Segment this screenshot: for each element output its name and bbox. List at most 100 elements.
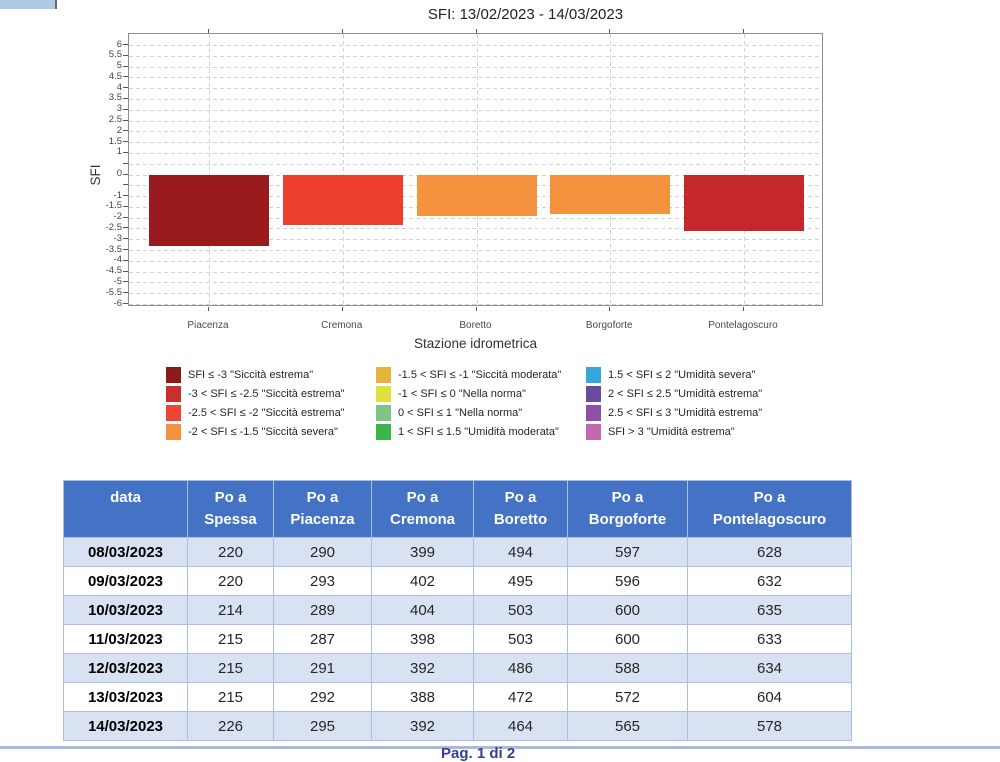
legend-item: -2 < SFI ≤ -1.5 "Siccità severa" [166, 424, 345, 440]
legend-item: -1.5 < SFI ≤ -1 "Siccità moderata" [376, 367, 561, 383]
corner-highlight-marker [0, 0, 57, 9]
legend-item: SFI ≤ -3 "Siccità estrema" [166, 367, 345, 383]
h-gridline [129, 110, 822, 111]
legend-swatch [166, 367, 181, 383]
header-line1: Po a [688, 487, 851, 509]
legend-swatch [376, 386, 391, 402]
h-gridline [129, 45, 822, 46]
h-gridline [129, 121, 822, 122]
value-cell: 220 [188, 567, 274, 596]
value-cell: 565 [568, 712, 688, 741]
y-tick-label: 1 [80, 146, 122, 157]
legend-label: 0 < SFI ≤ 1 "Nella norma" [398, 407, 522, 419]
legend-label: SFI > 3 "Umidità estrema" [608, 426, 735, 438]
h-gridline [129, 250, 822, 251]
value-cell: 604 [688, 683, 852, 712]
date-cell: 12/03/2023 [64, 654, 188, 683]
bar-pontelagoscuro [684, 175, 804, 231]
legend-item: 0 < SFI ≤ 1 "Nella norma" [376, 405, 561, 421]
chart-title: SFI: 13/02/2023 - 14/03/2023 [128, 6, 923, 23]
date-cell: 13/03/2023 [64, 683, 188, 712]
value-cell: 392 [372, 654, 474, 683]
value-cell: 494 [474, 538, 568, 567]
h-gridline [129, 164, 822, 165]
y-tick-label: -5 [80, 276, 122, 287]
date-cell: 11/03/2023 [64, 625, 188, 654]
legend-label: 2.5 < SFI ≤ 3 "Umidità estrema" [608, 407, 762, 419]
flow-table: dataPo aSpessaPo aPiacenzaPo aCremonaPo … [63, 480, 852, 741]
header-line1: Po a [568, 487, 687, 509]
value-cell: 632 [688, 567, 852, 596]
legend-swatch [376, 405, 391, 421]
y-tick-label: 0 [80, 168, 122, 179]
legend-swatch [166, 386, 181, 402]
value-cell: 215 [188, 654, 274, 683]
table-header-cell: Po aSpessa [188, 481, 274, 538]
value-cell: 597 [568, 538, 688, 567]
legend-swatch [166, 405, 181, 421]
value-cell: 633 [688, 625, 852, 654]
v-gridline [477, 34, 478, 305]
date-cell: 14/03/2023 [64, 712, 188, 741]
legend-label: -2.5 < SFI ≤ -2 "Siccità estrema" [188, 407, 345, 419]
h-gridline [129, 67, 822, 68]
h-gridline [129, 56, 822, 57]
v-gridline [610, 34, 611, 305]
bar-piacenza [149, 175, 269, 246]
value-cell: 486 [474, 654, 568, 683]
h-gridline [129, 99, 822, 100]
table-header-row: dataPo aSpessaPo aPiacenzaPo aCremonaPo … [64, 481, 852, 538]
legend-label: 2 < SFI ≤ 2.5 "Umidità estrema" [608, 388, 762, 400]
x-tick [476, 307, 477, 311]
x-category-label: Borgoforte [544, 320, 674, 331]
value-cell: 404 [372, 596, 474, 625]
value-cell: 215 [188, 625, 274, 654]
legend-swatch [586, 386, 601, 402]
y-tick-label: -2.5 [80, 222, 122, 233]
legend-label: -1 < SFI ≤ 0 "Nella norma" [398, 388, 526, 400]
value-cell: 634 [688, 654, 852, 683]
y-tick-label: 4.5 [80, 71, 122, 82]
y-tick-label: 5 [80, 60, 122, 71]
value-cell: 472 [474, 683, 568, 712]
value-cell: 388 [372, 683, 474, 712]
header-line2: Borgoforte [568, 509, 687, 531]
header-line1: Po a [188, 487, 273, 509]
y-tick-label: -3.5 [80, 244, 122, 255]
h-gridline [129, 153, 822, 154]
y-tick-label: -4.5 [80, 265, 122, 276]
value-cell: 578 [688, 712, 852, 741]
legend-item: 2 < SFI ≤ 2.5 "Umidità estrema" [586, 386, 762, 402]
value-cell: 214 [188, 596, 274, 625]
value-cell: 402 [372, 567, 474, 596]
value-cell: 503 [474, 625, 568, 654]
legend-column: 1.5 < SFI ≤ 2 "Umidità severa" 2 < SFI ≤ … [586, 367, 762, 443]
value-cell: 220 [188, 538, 274, 567]
value-cell: 215 [188, 683, 274, 712]
value-cell: 398 [372, 625, 474, 654]
value-cell: 588 [568, 654, 688, 683]
y-tick-label: 2.5 [80, 114, 122, 125]
value-cell: 291 [274, 654, 372, 683]
legend-label: 1.5 < SFI ≤ 2 "Umidità severa" [608, 369, 755, 381]
value-cell: 464 [474, 712, 568, 741]
bar-cremona [283, 175, 403, 225]
table-row: 10/03/2023214289404503600635 [64, 596, 852, 625]
value-cell: 399 [372, 538, 474, 567]
x-category-label: Cremona [277, 320, 407, 331]
x-tick [743, 307, 744, 311]
value-cell: 503 [474, 596, 568, 625]
h-gridline [129, 304, 822, 305]
legend-swatch [166, 424, 181, 440]
v-gridline [343, 34, 344, 305]
y-tick-label: 1.5 [80, 136, 122, 147]
table-row: 13/03/2023215292388472572604 [64, 683, 852, 712]
legend-label: -1.5 < SFI ≤ -1 "Siccità moderata" [398, 369, 561, 381]
value-cell: 295 [274, 712, 372, 741]
legend-item: -3 < SFI ≤ -2.5 "Siccità estrema" [166, 386, 345, 402]
value-cell: 600 [568, 625, 688, 654]
header-line2: Cremona [372, 509, 473, 531]
table-header-cell: Po aPiacenza [274, 481, 372, 538]
x-tick [208, 307, 209, 311]
legend-swatch [376, 367, 391, 383]
